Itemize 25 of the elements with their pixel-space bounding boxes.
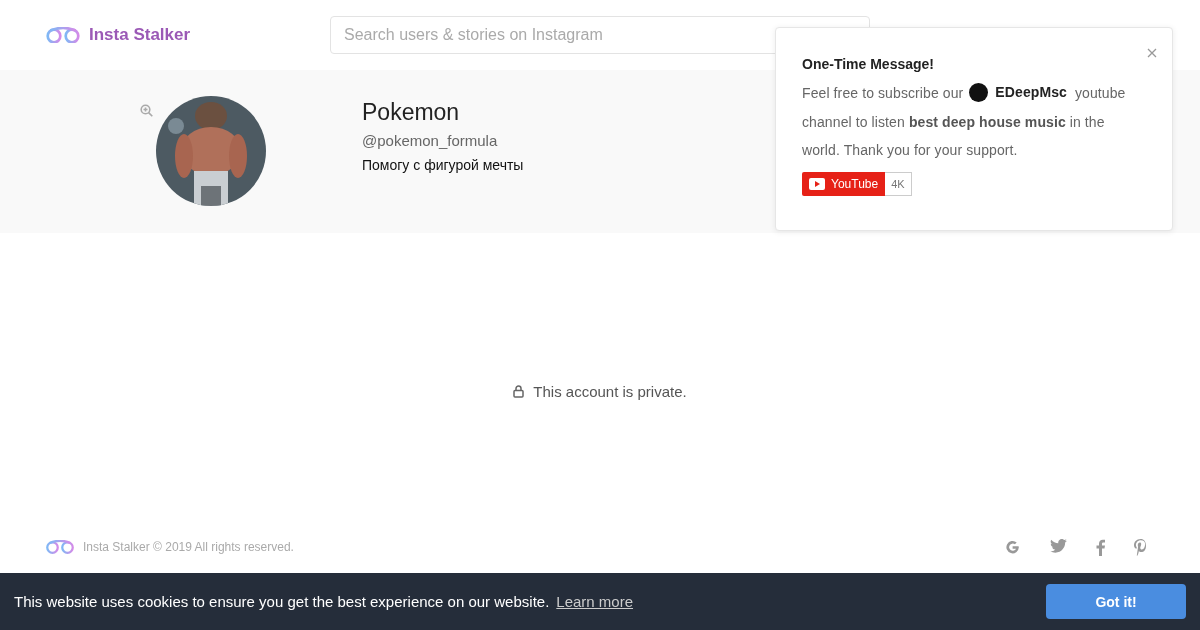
lock-icon bbox=[513, 384, 525, 398]
glasses-logo-icon bbox=[45, 26, 81, 44]
play-icon bbox=[809, 178, 825, 191]
facebook-icon[interactable] bbox=[1096, 538, 1105, 556]
cookie-message: This website uses cookies to ensure you get the best experience on our website. bbox=[14, 593, 550, 610]
glasses-logo-icon bbox=[45, 540, 75, 554]
logo-text[interactable]: Insta Stalker bbox=[89, 25, 191, 45]
profile-bio: Помогу с фигурой мечты bbox=[362, 157, 524, 173]
got-it-button[interactable]: Got it! bbox=[1046, 584, 1186, 619]
subscriber-count: 4K bbox=[885, 172, 912, 197]
zoom-in-icon[interactable] bbox=[140, 104, 153, 117]
pinterest-icon[interactable] bbox=[1134, 538, 1147, 556]
popup-message: Feel free to subscribe our EDeepMsc youtube channel to listen best deep house music in the world. Thank you for your support. bbox=[802, 79, 1146, 165]
learn-more-link[interactable]: Learn more bbox=[556, 593, 634, 610]
channel-link[interactable]: EDeepMsc bbox=[969, 78, 1067, 107]
google-icon[interactable] bbox=[1004, 538, 1021, 556]
popup-title: One-Time Message! bbox=[802, 56, 935, 72]
private-account-text: This account is private. bbox=[533, 382, 687, 400]
youtube-button[interactable]: YouTube bbox=[802, 172, 886, 197]
copyright-text: Insta Stalker © 2019 All rights reserved. bbox=[83, 540, 294, 554]
close-icon[interactable] bbox=[1145, 46, 1159, 60]
profile-username: @pokemon_formula bbox=[362, 132, 499, 149]
channel-avatar-icon bbox=[969, 82, 989, 102]
twitter-icon[interactable] bbox=[1050, 538, 1067, 553]
profile-name: Pokemon bbox=[362, 99, 461, 126]
